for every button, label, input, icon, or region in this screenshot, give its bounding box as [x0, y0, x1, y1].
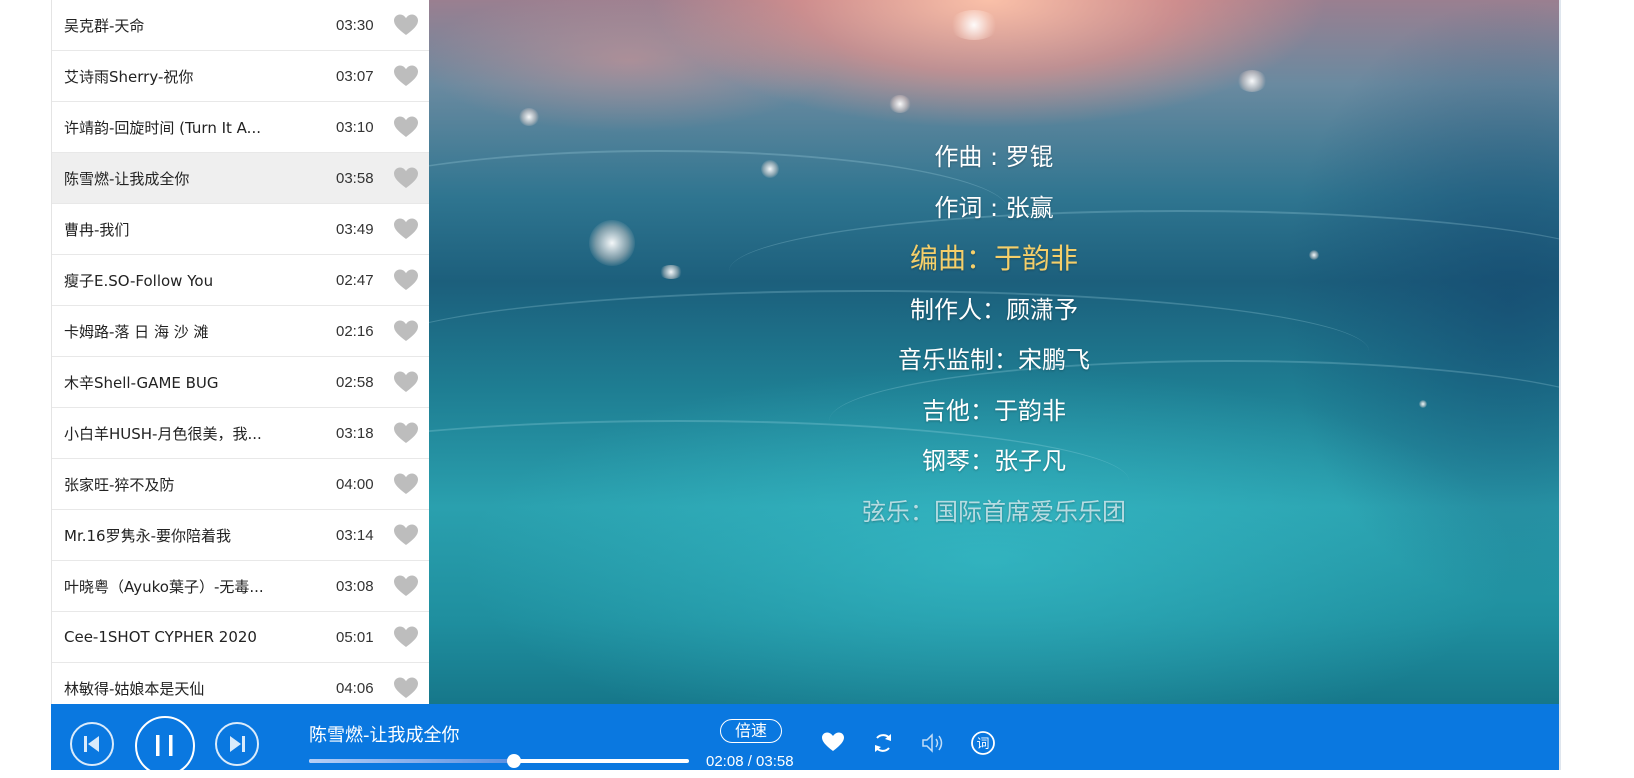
volume-icon[interactable] [920, 730, 946, 756]
light-sparkle [889, 95, 911, 113]
song-row[interactable]: Cee-1SHOT CYPHER 2020 05:01 [52, 612, 430, 663]
song-title: 许靖韵-回旋时间 (Turn It A... [64, 118, 261, 137]
song-title: 林敏得-姑娘本是天仙 [64, 679, 205, 698]
song-title: 吴克群-天命 [64, 16, 145, 35]
song-duration: 02:58 [336, 373, 374, 391]
lyric-line: 音乐监制：宋鹏飞 [898, 346, 1090, 374]
prev-button[interactable] [70, 722, 114, 766]
song-duration: 03:07 [336, 67, 374, 85]
song-row[interactable]: 瘦子E.SO-Follow You 02:47 [52, 255, 430, 306]
song-duration: 03:58 [336, 169, 374, 187]
song-list: 吴克群-天命 03:30 艾诗雨Sherry-祝你 03:07 许靖韵-回旋时间 (Tu… [52, 0, 430, 704]
next-button[interactable] [215, 722, 259, 766]
song-title: 曹冉-我们 [64, 220, 130, 239]
heart-icon[interactable] [393, 625, 419, 649]
song-title: Mr.16罗隽永-要你陪着我 [64, 526, 232, 545]
song-title: 艾诗雨Sherry-祝你 [64, 67, 194, 86]
song-title: 张家旺-猝不及防 [64, 475, 175, 494]
light-sparkle [519, 108, 539, 126]
heart-icon[interactable] [393, 64, 419, 88]
song-row[interactable]: 曹冉-我们 03:49 [52, 204, 430, 255]
time-display: 02:08 / 03:58 [706, 753, 794, 770]
song-row[interactable]: Mr.16罗隽永-要你陪着我 03:14 [52, 510, 430, 561]
song-duration: 05:01 [336, 628, 374, 646]
song-title: 卡姆路-落 日 海 沙 滩 [64, 322, 209, 341]
song-duration: 02:16 [336, 322, 374, 340]
song-title: 木辛Shell-GAME BUG [64, 373, 219, 392]
pause-button[interactable] [135, 716, 195, 776]
heart-icon[interactable] [393, 472, 419, 496]
heart-icon[interactable] [393, 370, 419, 394]
heart-icon[interactable] [393, 115, 419, 139]
song-row[interactable]: 许靖韵-回旋时间 (Turn It A... 03:10 [52, 102, 430, 153]
speed-button[interactable]: 倍速 [720, 719, 782, 743]
song-title: 叶晓粤（Ayuko葉子）-无毒... [64, 577, 264, 596]
heart-icon[interactable] [393, 217, 419, 241]
song-title: 小白羊HUSH-月色很美，我... [64, 424, 262, 443]
heart-icon[interactable] [393, 13, 419, 37]
song-duration: 03:14 [336, 526, 374, 544]
song-duration: 03:10 [336, 118, 374, 136]
light-sparkle [949, 10, 999, 40]
progress-bar[interactable] [309, 754, 689, 768]
song-duration: 03:49 [336, 220, 374, 238]
lyric-line: 作曲 : 罗锟 [934, 143, 1054, 171]
loop-icon[interactable] [870, 730, 896, 756]
lyric-line: 弦乐：国际首席爱乐乐团 [862, 498, 1126, 526]
song-duration: 03:08 [336, 577, 374, 595]
song-duration: 04:00 [336, 475, 374, 493]
lyric-line: 制作人：顾潇予 [910, 296, 1078, 324]
window-edge [1559, 0, 1561, 770]
song-duration: 02:47 [336, 271, 374, 289]
lyric-line-current: 编曲：于韵非 [909, 242, 1078, 275]
song-row[interactable]: 吴克群-天命 03:30 [52, 0, 430, 51]
player-bar: 陈雪燃-让我成全你 倍速 02:08 / 03:58 词 [51, 704, 1559, 776]
song-row[interactable]: 陈雪燃-让我成全你 03:58 [52, 153, 430, 204]
heart-icon[interactable] [393, 574, 419, 598]
heart-icon[interactable] [393, 319, 419, 343]
song-row[interactable]: 小白羊HUSH-月色很美，我... 03:18 [52, 408, 430, 459]
lyric-line: 作词 : 张赢 [934, 194, 1054, 222]
prev-icon [84, 736, 99, 752]
song-row[interactable]: 张家旺-猝不及防 04:00 [52, 459, 430, 510]
svg-text:词: 词 [976, 737, 989, 752]
heart-icon[interactable] [393, 166, 419, 190]
next-icon [230, 736, 245, 752]
song-duration: 04:06 [336, 679, 374, 697]
lyrics-icon[interactable]: 词 [970, 730, 996, 756]
song-title: 瘦子E.SO-Follow You [64, 271, 214, 290]
light-sparkle [1237, 70, 1267, 92]
heart-icon[interactable] [393, 523, 419, 547]
heart-icon[interactable] [393, 268, 419, 292]
progress-handle[interactable] [507, 754, 522, 768]
song-row[interactable]: 林敏得-姑娘本是天仙 04:06 [52, 663, 430, 704]
song-row[interactable]: 叶晓粤（Ayuko葉子）-无毒... 03:08 [52, 561, 430, 612]
song-row[interactable]: 卡姆路-落 日 海 沙 滩 02:16 [52, 306, 430, 357]
song-title: Cee-1SHOT CYPHER 2020 [64, 628, 257, 646]
song-duration: 03:18 [336, 424, 374, 442]
lyric-line: 钢琴：张子凡 [922, 447, 1066, 475]
heart-icon[interactable] [393, 421, 419, 445]
pause-icon [156, 735, 173, 756]
now-playing-title: 陈雪燃-让我成全你 [309, 725, 460, 746]
song-title: 陈雪燃-让我成全你 [64, 169, 190, 188]
playlist: 吴克群-天命 03:30 艾诗雨Sherry-祝你 03:07 许靖韵-回旋时间 (Tu… [51, 0, 431, 704]
song-row[interactable]: 艾诗雨Sherry-祝你 03:07 [52, 51, 430, 102]
lyrics-stage: 作曲 : 罗锟 作词 : 张赢 编曲：于韵非 制作人：顾潇予 音乐监制：宋鹏飞 … [429, 0, 1559, 704]
song-duration: 03:30 [336, 16, 374, 34]
lyric-line: 吉他：于韵非 [922, 397, 1066, 425]
heart-icon[interactable] [393, 676, 419, 700]
progress-fill [309, 759, 515, 763]
song-row[interactable]: 木辛Shell-GAME BUG 02:58 [52, 357, 430, 408]
heart-icon[interactable] [820, 729, 846, 755]
